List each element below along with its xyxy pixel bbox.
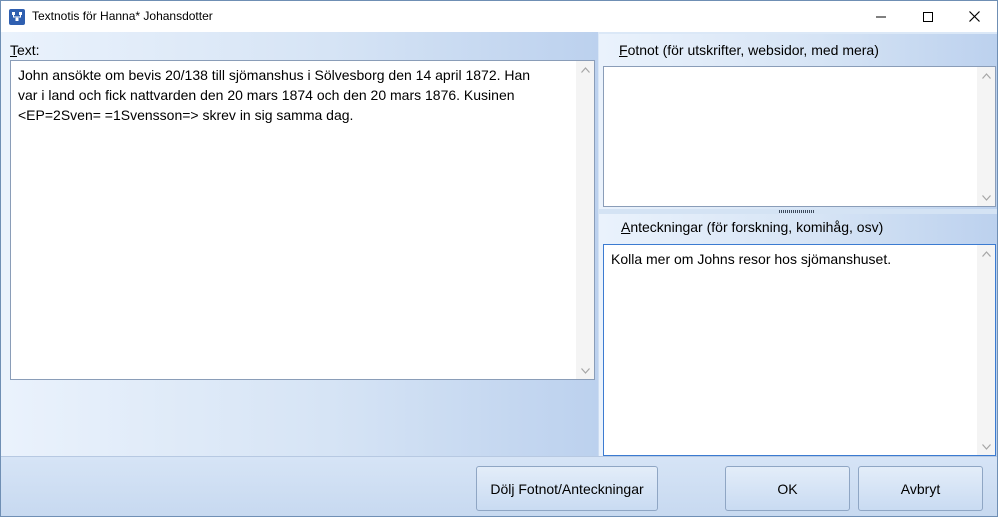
family-tree-icon	[9, 9, 25, 25]
chevron-down-icon[interactable]	[977, 438, 995, 455]
chevron-up-icon[interactable]	[977, 67, 995, 84]
close-icon	[968, 11, 980, 22]
footnote-label: Fotnot (för utskrifter, websidor, med me…	[619, 42, 879, 58]
notes-scrollbar[interactable]	[977, 245, 995, 455]
chevron-down-icon[interactable]	[576, 362, 594, 379]
footnote-pane: Fotnot (för utskrifter, websidor, med me…	[599, 34, 997, 209]
footnote-scrollbar[interactable]	[977, 67, 995, 206]
dialog-window: Textnotis för Hanna* Johansdotter Text: …	[0, 0, 998, 517]
maximize-icon	[923, 11, 933, 22]
title-bar[interactable]: Textnotis för Hanna* Johansdotter	[1, 1, 997, 32]
footnote-input[interactable]	[603, 66, 996, 207]
text-content: John ansökte om bevis 20/138 till sjöman…	[18, 67, 531, 123]
chevron-down-icon[interactable]	[977, 189, 995, 206]
maximize-button[interactable]	[905, 1, 951, 32]
notes-pane: Anteckningar (för forskning, komihåg, os…	[599, 214, 997, 456]
client-area: Text: John ansökte om bevis 20/138 till …	[1, 32, 997, 516]
text-scrollbar[interactable]	[576, 61, 594, 379]
text-pane: Text: John ansökte om bevis 20/138 till …	[1, 32, 598, 456]
ok-button[interactable]: OK	[725, 466, 850, 511]
chevron-up-icon[interactable]	[576, 61, 594, 78]
window-title: Textnotis för Hanna* Johansdotter	[32, 9, 213, 23]
toggle-footnote-notes-button[interactable]: Dölj Fotnot/Anteckningar	[476, 466, 658, 511]
button-bar: Dölj Fotnot/Anteckningar OK Avbryt	[1, 456, 997, 516]
minimize-button[interactable]	[858, 1, 904, 32]
splitter-grip[interactable]	[779, 210, 815, 213]
notes-label: Anteckningar (för forskning, komihåg, os…	[621, 219, 884, 235]
minimize-icon	[876, 12, 886, 22]
text-label: Text:	[10, 42, 40, 58]
notes-content: Kolla mer om Johns resor hos sjömanshuse…	[611, 251, 892, 267]
cancel-button[interactable]: Avbryt	[858, 466, 983, 511]
chevron-up-icon[interactable]	[977, 245, 995, 262]
text-input[interactable]: John ansökte om bevis 20/138 till sjöman…	[10, 60, 595, 380]
notes-input[interactable]: Kolla mer om Johns resor hos sjömanshuse…	[603, 244, 996, 456]
close-button[interactable]	[951, 1, 997, 32]
